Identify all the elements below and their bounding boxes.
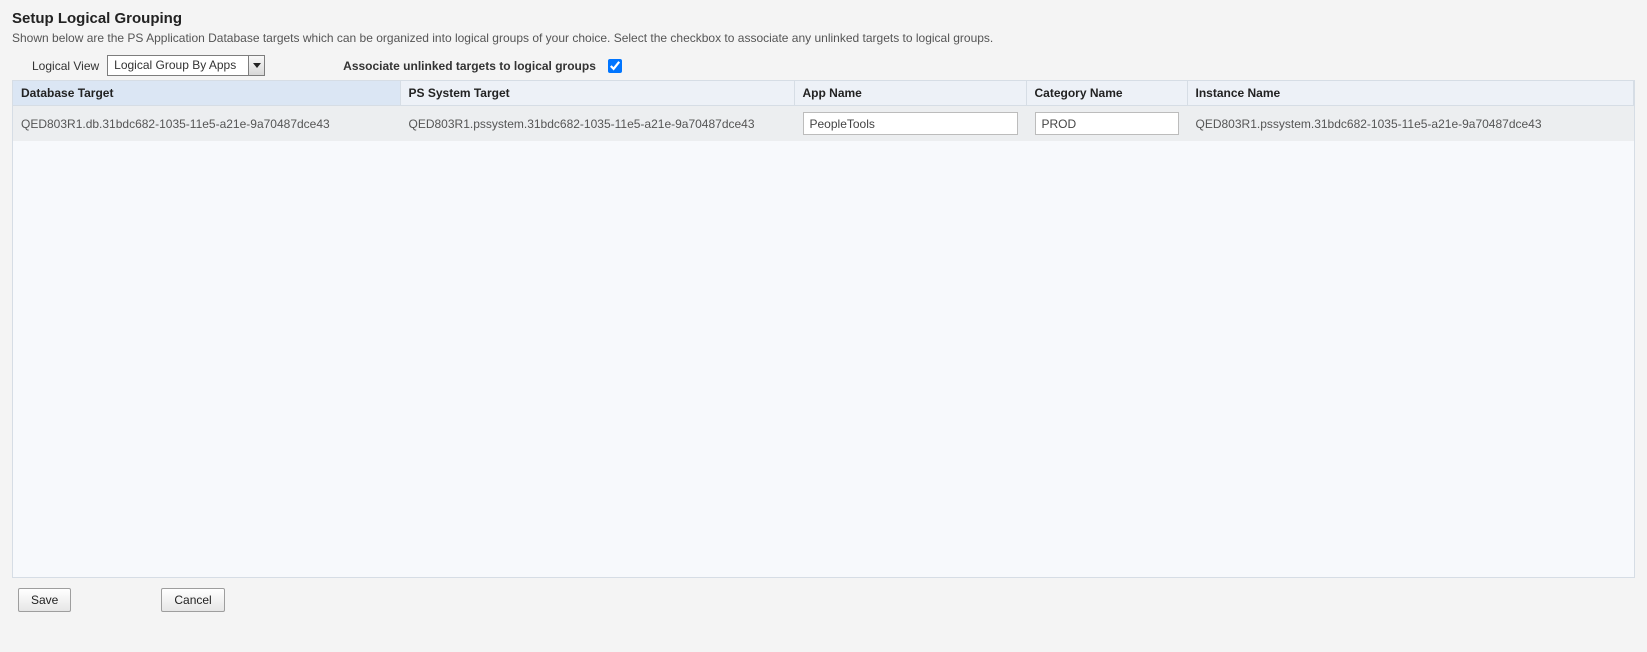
category-name-input[interactable] — [1035, 112, 1179, 135]
page-title: Setup Logical Grouping — [12, 10, 1635, 27]
table-header-row: Database Target PS System Target App Nam… — [13, 81, 1634, 106]
cell-database-target: QED803R1.db.31bdc682-1035-11e5-a21e-9a70… — [13, 106, 400, 142]
cell-ps-system-target: QED803R1.pssystem.31bdc682-1035-11e5-a21… — [400, 106, 794, 142]
col-header-instance-name[interactable]: Instance Name — [1187, 81, 1634, 106]
logical-view-label: Logical View — [32, 59, 99, 73]
app-name-input[interactable] — [803, 112, 1018, 135]
actions-row: Save Cancel — [18, 588, 1635, 612]
logical-view-select[interactable]: Logical Group By Apps — [107, 55, 265, 76]
target-grid: Database Target PS System Target App Nam… — [12, 80, 1635, 578]
chevron-down-icon[interactable] — [248, 56, 264, 75]
logical-view-select-value: Logical Group By Apps — [108, 56, 248, 75]
col-header-app-name[interactable]: App Name — [794, 81, 1026, 106]
table-row: QED803R1.db.31bdc682-1035-11e5-a21e-9a70… — [13, 106, 1634, 142]
col-header-category-name[interactable]: Category Name — [1026, 81, 1187, 106]
controls-row: Logical View Logical Group By Apps Assoc… — [32, 55, 1635, 76]
associate-unlinked-label: Associate unlinked targets to logical gr… — [343, 59, 596, 73]
cell-instance-name: QED803R1.pssystem.31bdc682-1035-11e5-a21… — [1187, 106, 1634, 142]
associate-unlinked-checkbox[interactable] — [608, 59, 622, 73]
col-header-ps-system-target[interactable]: PS System Target — [400, 81, 794, 106]
save-button[interactable]: Save — [18, 588, 71, 612]
col-header-database-target[interactable]: Database Target — [13, 81, 400, 106]
cancel-button[interactable]: Cancel — [161, 588, 224, 612]
page-description: Shown below are the PS Application Datab… — [12, 31, 1635, 45]
